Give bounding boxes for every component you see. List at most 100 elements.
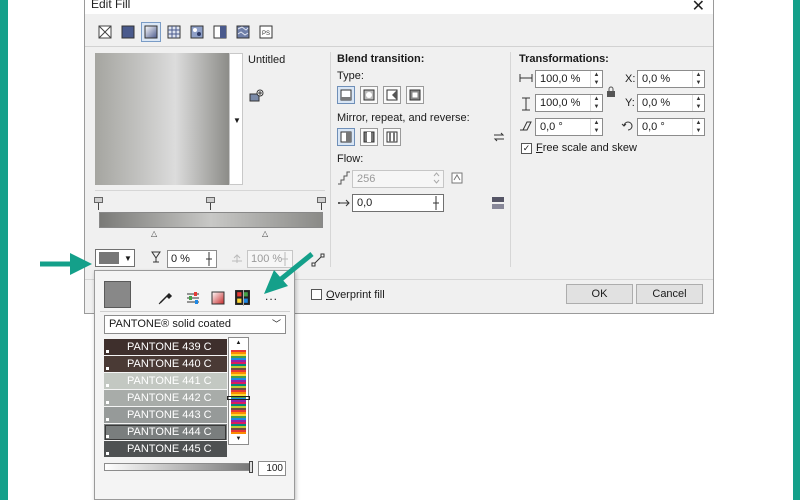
node-transparency-input[interactable]: 0 % bbox=[167, 250, 217, 268]
fill-height-icon bbox=[522, 97, 530, 111]
page-border-right bbox=[793, 0, 800, 500]
fill-picker-dropdown[interactable]: ▼ bbox=[229, 53, 243, 185]
two-color-pattern-button[interactable] bbox=[210, 22, 230, 42]
title-bar: Edit Fill ✕ bbox=[85, 0, 713, 16]
spin-arrows-icon[interactable]: ▲ ▼ bbox=[692, 71, 704, 87]
uniform-fill-button[interactable] bbox=[118, 22, 138, 42]
pantone-swatch-item[interactable]: PANTONE 443 C bbox=[104, 407, 227, 424]
midpoint-marker-2[interactable]: △ bbox=[262, 229, 268, 238]
lock-steps-icon[interactable] bbox=[451, 172, 463, 184]
steps-input[interactable]: 256 bbox=[352, 170, 444, 188]
skew-icon bbox=[520, 121, 532, 131]
vector-pattern-icon bbox=[167, 25, 181, 39]
node-color-button[interactable]: ▼ bbox=[95, 249, 135, 267]
y-offset-input[interactable]: 0,0 % ▲ ▼ bbox=[637, 94, 705, 112]
fill-height-input[interactable]: 100,0 % ▲ ▼ bbox=[535, 94, 603, 112]
steps-icon bbox=[338, 171, 350, 185]
repeat-fill-button[interactable] bbox=[383, 128, 401, 146]
spin-arrows-icon[interactable] bbox=[205, 251, 213, 267]
skew-input[interactable]: 0,0 ° ▲ ▼ bbox=[535, 118, 603, 136]
rotate-icon bbox=[621, 121, 633, 131]
type-label: Type: bbox=[337, 70, 364, 82]
blend-title: Blend transition: bbox=[337, 53, 425, 65]
tint-slider[interactable] bbox=[104, 463, 252, 471]
free-scale-checkbox[interactable]: ✓ bbox=[521, 143, 532, 154]
eyedropper-icon[interactable] bbox=[157, 290, 173, 306]
tint-input[interactable]: 100 bbox=[258, 461, 286, 476]
close-button[interactable]: ✕ bbox=[692, 0, 705, 16]
edit-fill-dialog: Edit Fill ✕ PS ▼ Untitled △ △ ▼ 0 % 100 … bbox=[84, 0, 714, 314]
pantone-swatch-item[interactable]: PANTONE 441 C bbox=[104, 373, 227, 390]
swatch-marker bbox=[106, 367, 109, 370]
mirror-fill-button[interactable] bbox=[360, 128, 378, 146]
spin-arrows-icon[interactable] bbox=[432, 171, 441, 185]
postscript-fill-button[interactable]: PS bbox=[256, 22, 276, 42]
scroll-down-icon[interactable]: ▼ bbox=[229, 434, 248, 444]
spin-arrows-icon[interactable] bbox=[432, 195, 440, 211]
mirror-fill-icon bbox=[363, 131, 375, 143]
pantone-swatch-item[interactable]: PANTONE 444 C bbox=[104, 424, 227, 441]
gradient-node-end[interactable] bbox=[317, 197, 326, 210]
node-color-swatch bbox=[99, 252, 119, 264]
flow-label: Flow: bbox=[337, 153, 364, 165]
annotation-arrow-right bbox=[264, 252, 314, 294]
spin-arrows-icon[interactable]: ▲ ▼ bbox=[590, 71, 602, 87]
swatch-marker bbox=[106, 435, 109, 438]
linear-fill-button[interactable] bbox=[337, 86, 355, 104]
bitmap-pattern-icon bbox=[190, 25, 204, 39]
no-fill-button[interactable] bbox=[95, 22, 115, 42]
default-fill-button[interactable] bbox=[337, 128, 355, 146]
fill-preview bbox=[95, 53, 229, 185]
smooth-transition-icon[interactable] bbox=[491, 196, 505, 210]
swatch-marker bbox=[106, 384, 109, 387]
fountain-fill-button[interactable] bbox=[141, 22, 161, 42]
texture-fill-icon bbox=[236, 25, 250, 39]
x-label: X: bbox=[625, 73, 636, 85]
bitmap-pattern-button[interactable] bbox=[187, 22, 207, 42]
ok-button[interactable]: OK bbox=[566, 284, 633, 304]
spin-arrows-icon[interactable]: ▲ ▼ bbox=[590, 119, 602, 135]
scroll-up-icon[interactable]: ▲ bbox=[229, 338, 248, 348]
pantone-swatch-item[interactable]: PANTONE 440 C bbox=[104, 356, 227, 373]
midpoint-marker-1[interactable]: △ bbox=[151, 229, 157, 238]
cancel-button[interactable]: Cancel bbox=[636, 284, 703, 304]
fountain-fill-icon bbox=[144, 25, 158, 39]
vector-pattern-button[interactable] bbox=[164, 22, 184, 42]
spin-arrows-icon[interactable]: ▲ ▼ bbox=[692, 119, 704, 135]
texture-fill-button[interactable] bbox=[233, 22, 253, 42]
pantone-swatch-item[interactable]: PANTONE 445 C bbox=[104, 441, 227, 458]
conical-fill-button[interactable] bbox=[383, 86, 401, 104]
pantone-swatch-item[interactable]: PANTONE 442 C bbox=[104, 390, 227, 407]
palette-scroll-thumb[interactable] bbox=[227, 396, 250, 400]
rotate-value: 0,0 ° bbox=[642, 121, 665, 133]
gradient-node-middle[interactable] bbox=[206, 197, 215, 210]
color-viewer-icon[interactable] bbox=[210, 290, 226, 306]
palette-select[interactable]: PANTONE® solid coated ﹀ bbox=[104, 315, 286, 334]
fill-width-input[interactable]: 100,0 % ▲ ▼ bbox=[535, 70, 603, 88]
color-sliders-icon[interactable] bbox=[185, 290, 201, 306]
acceleration-value: 0,0 bbox=[357, 197, 373, 209]
fill-type-toolbar: PS bbox=[95, 22, 276, 42]
gradient-node-start[interactable] bbox=[94, 197, 103, 210]
page-border-left bbox=[0, 0, 8, 500]
pantone-swatch-label: PANTONE 443 C bbox=[127, 409, 212, 421]
spin-arrows-icon[interactable]: ▲ ▼ bbox=[590, 95, 602, 111]
palette-scroller[interactable]: ▲ ▼ bbox=[227, 337, 250, 445]
save-preset-icon[interactable] bbox=[248, 89, 264, 103]
y-label: Y: bbox=[625, 97, 635, 109]
chevron-down-icon: ▼ bbox=[124, 253, 132, 263]
toolbar-divider bbox=[85, 46, 713, 47]
gradient-bar[interactable] bbox=[99, 212, 323, 228]
spin-arrows-icon[interactable]: ▲ ▼ bbox=[692, 95, 704, 111]
pantone-swatch-item[interactable]: PANTONE 439 C bbox=[104, 339, 227, 356]
rotate-input[interactable]: 0,0 ° ▲ ▼ bbox=[637, 118, 705, 136]
lock-ratio-icon[interactable] bbox=[606, 86, 616, 98]
rectangular-fill-button[interactable] bbox=[406, 86, 424, 104]
palette-spectrum[interactable] bbox=[231, 350, 246, 434]
transform-title: Transformations: bbox=[519, 53, 609, 65]
tint-slider-thumb[interactable] bbox=[249, 461, 253, 473]
acceleration-input[interactable]: 0,0 bbox=[352, 194, 444, 212]
reverse-fill-icon[interactable] bbox=[491, 130, 507, 144]
x-offset-input[interactable]: 0,0 % ▲ ▼ bbox=[637, 70, 705, 88]
elliptical-fill-button[interactable] bbox=[360, 86, 378, 104]
